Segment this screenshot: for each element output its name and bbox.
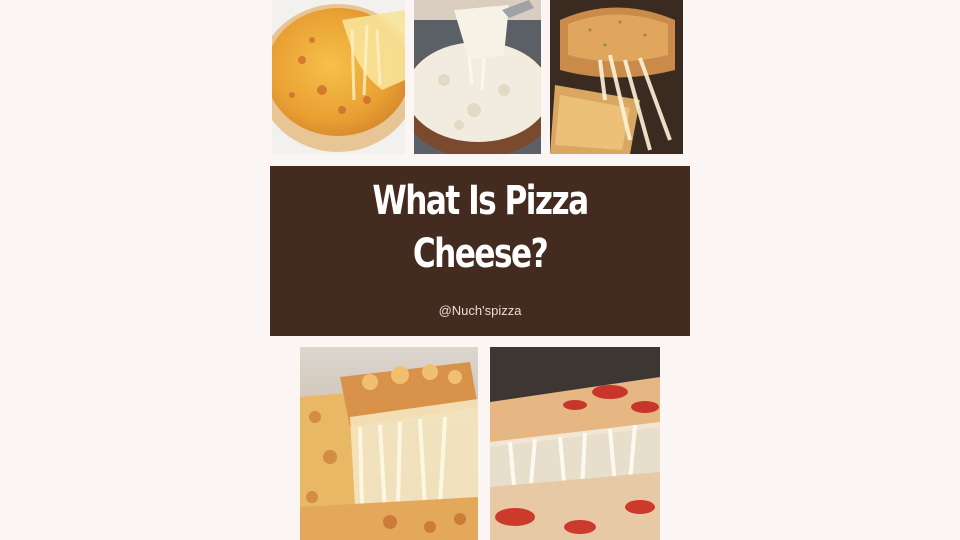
title-line-2: Cheese? — [412, 231, 549, 277]
title-line-1: What Is Pizza — [372, 178, 589, 224]
cheesy-garlic-bread-photo — [550, 0, 683, 154]
pepperoni-cheese-pull-photo — [490, 347, 660, 540]
cheese-pull-slice-photo — [300, 347, 478, 540]
brand-handle: @Nuch'spizza — [438, 303, 522, 318]
white-pizza-photo — [414, 0, 541, 154]
cheese-pizza-photo — [272, 0, 405, 154]
title-banner: What Is Pizza Cheese? @Nuch'spizza — [270, 166, 690, 336]
